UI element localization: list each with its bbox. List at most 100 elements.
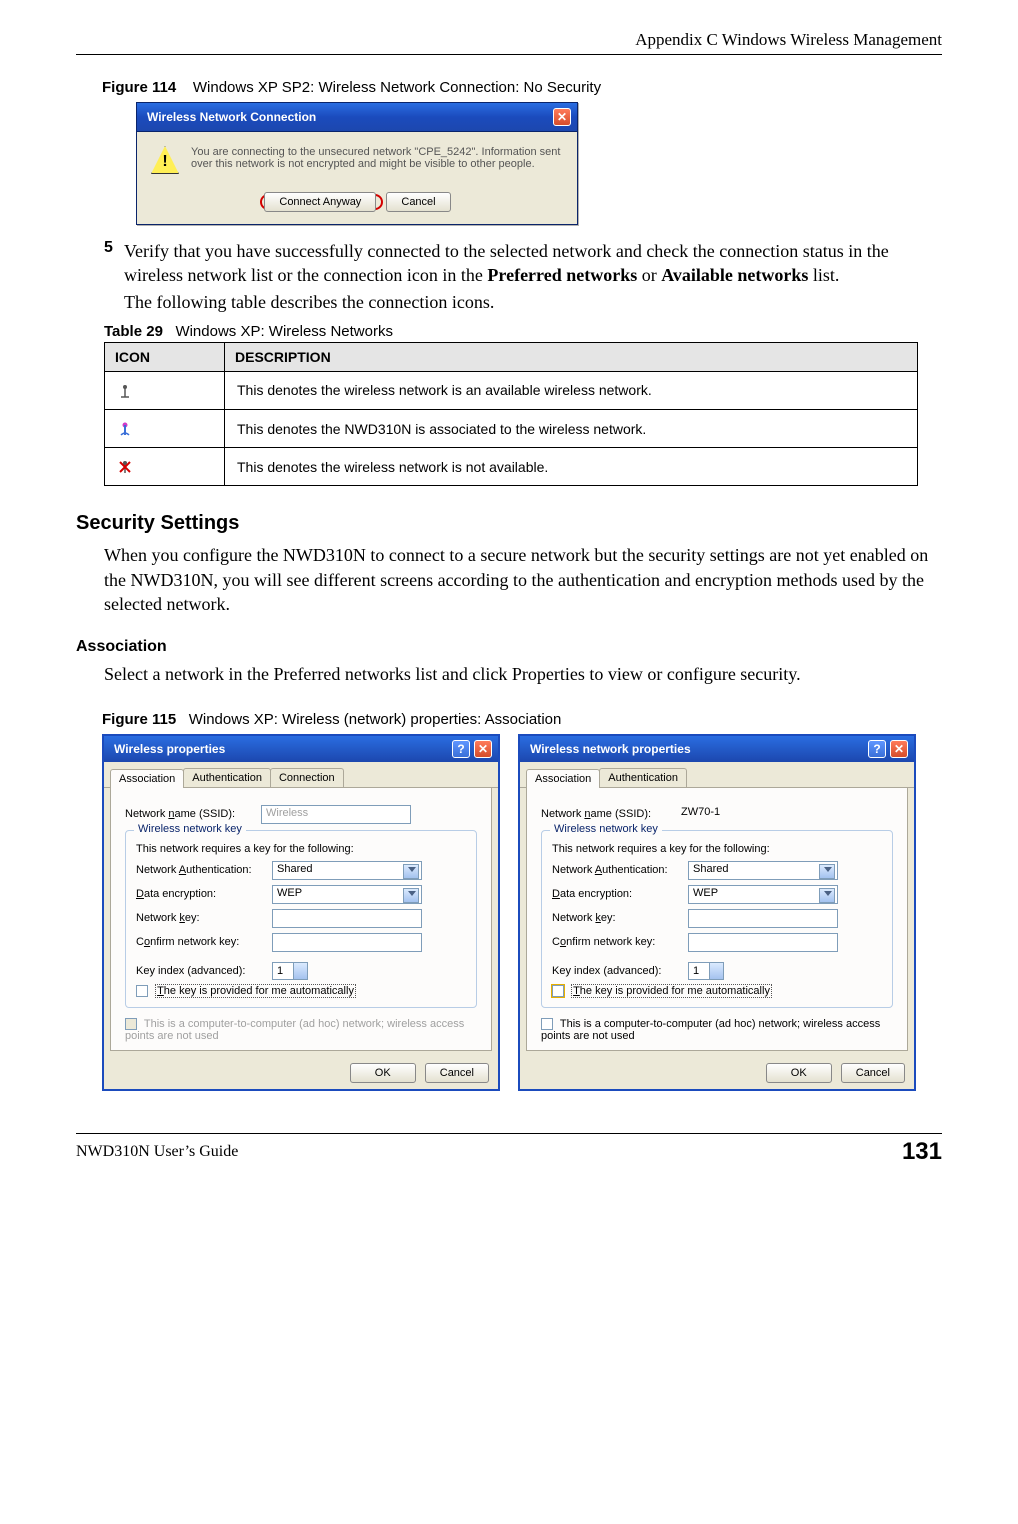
association-heading: Association — [76, 638, 942, 656]
confirm-key-field[interactable] — [272, 933, 422, 952]
tab-association[interactable]: Association — [110, 769, 184, 788]
dialog-titlebar: Wireless Network Connection ✕ — [137, 103, 577, 132]
adhoc-label: This is a computer-to-computer (ad hoc) … — [125, 1018, 464, 1042]
wireless-properties-dialog-a: Wireless properties ? ✕ Association Auth… — [102, 734, 500, 1091]
row-desc: This denotes the wireless network is not… — [225, 448, 918, 486]
key-index-spinner[interactable]: 1 — [272, 962, 308, 980]
dialog-b-tabs: Association Authentication — [520, 762, 914, 788]
table-row: This denotes the wireless network is an … — [105, 371, 918, 409]
dialog-b-title: Wireless network properties — [530, 742, 691, 756]
tab-association[interactable]: Association — [526, 769, 600, 788]
adhoc-label: This is a computer-to-computer (ad hoc) … — [541, 1018, 880, 1042]
tab-connection[interactable]: Connection — [270, 768, 344, 787]
ckey-label: Confirm network key: — [136, 936, 272, 948]
ssid-label: Network name (SSID): — [125, 808, 261, 820]
auth-label: Network Authentication: — [136, 864, 272, 876]
adhoc-checkbox — [125, 1018, 137, 1030]
figure-114-caption: Figure 114 Windows XP SP2: Wireless Netw… — [102, 79, 942, 96]
auto-key-checkbox[interactable] — [136, 985, 148, 997]
network-key-field[interactable] — [688, 909, 838, 928]
table-row: This denotes the wireless network is not… — [105, 448, 918, 486]
fieldset-legend: Wireless network key — [134, 823, 246, 835]
chevron-down-icon — [408, 867, 416, 872]
key-index-spinner[interactable]: 1 — [688, 962, 724, 980]
figure-115-label: Figure 115 — [102, 711, 176, 728]
confirm-key-field[interactable] — [688, 933, 838, 952]
step-number: 5 — [104, 239, 124, 288]
wireless-properties-dialog-b: Wireless network properties ? ✕ Associat… — [518, 734, 916, 1091]
row-desc: This denotes the wireless network is an … — [225, 371, 918, 409]
dialog-message: You are connecting to the unsecured netw… — [191, 146, 563, 174]
wireless-key-fieldset: Wireless network key This network requir… — [125, 830, 477, 1008]
help-icon[interactable]: ? — [452, 740, 470, 758]
dialog-a-tabs: Association Authentication Connection — [104, 762, 498, 788]
footer-guide: NWD310N User’s Guide — [76, 1143, 238, 1161]
table-29-label: Table 29 — [104, 323, 163, 340]
nkey-label: Network key: — [552, 912, 688, 924]
page-footer: NWD310N User’s Guide 131 — [76, 1133, 942, 1166]
security-settings-heading: Security Settings — [76, 512, 942, 535]
cancel-button[interactable]: Cancel — [386, 192, 450, 212]
figure-114-label: Figure 114 — [102, 79, 176, 96]
step-text-b: or — [642, 265, 662, 285]
close-icon[interactable]: ✕ — [553, 108, 571, 126]
adhoc-checkbox[interactable] — [541, 1018, 553, 1030]
associated-icon — [117, 421, 133, 437]
ssid-label: Network name (SSID): — [541, 808, 677, 820]
help-icon[interactable]: ? — [868, 740, 886, 758]
chevron-down-icon — [824, 891, 832, 896]
dialog-title: Wireless Network Connection — [147, 110, 316, 124]
icon-description-table: ICON DESCRIPTION This denotes the wirele… — [104, 342, 918, 487]
dialog-a-title: Wireless properties — [114, 742, 225, 756]
enc-label: Data encryption: — [552, 888, 688, 900]
dialog-b-body: Network name (SSID): ZW70-1 Wireless net… — [526, 788, 908, 1051]
nkey-label: Network key: — [136, 912, 272, 924]
step-bold-b: Available networks — [661, 265, 808, 285]
kidx-label: Key index (advanced): — [136, 965, 272, 977]
connect-anyway-button[interactable]: Connect Anyway — [264, 192, 376, 212]
table-29-caption: Table 29 Windows XP: Wireless Networks — [104, 323, 942, 340]
step-text: Verify that you have successfully connec… — [124, 239, 942, 288]
ckey-label: Confirm network key: — [552, 936, 688, 948]
auth-select[interactable]: Shared — [272, 861, 422, 880]
no-security-dialog: Wireless Network Connection ✕ You are co… — [136, 102, 578, 225]
cancel-button[interactable]: Cancel — [841, 1063, 905, 1083]
warning-icon — [151, 146, 179, 174]
step-bold-a: Preferred networks — [487, 265, 637, 285]
step-text-c: list. — [813, 265, 840, 285]
enc-select[interactable]: WEP — [272, 885, 422, 904]
tab-authentication[interactable]: Authentication — [183, 768, 271, 787]
th-icon: ICON — [105, 342, 225, 371]
kidx-label: Key index (advanced): — [552, 965, 688, 977]
page-number: 131 — [902, 1138, 942, 1166]
auth-select[interactable]: Shared — [688, 861, 838, 880]
ssid-field[interactable]: ZW70-1 — [677, 805, 827, 824]
enc-select[interactable]: WEP — [688, 885, 838, 904]
chevron-down-icon — [408, 891, 416, 896]
wireless-key-fieldset: Wireless network key This network requir… — [541, 830, 893, 1008]
network-key-field[interactable] — [272, 909, 422, 928]
ok-button[interactable]: OK — [350, 1063, 416, 1083]
dialog-b-titlebar: Wireless network properties ? ✕ — [520, 736, 914, 762]
spinner-arrows-icon[interactable] — [293, 963, 307, 979]
auto-key-checkbox[interactable] — [552, 985, 564, 997]
auto-key-label: The key is provided for me automatically — [155, 984, 356, 998]
auth-label: Network Authentication: — [552, 864, 688, 876]
unavailable-icon — [117, 459, 133, 475]
tab-authentication[interactable]: Authentication — [599, 768, 687, 787]
close-icon[interactable]: ✕ — [474, 740, 492, 758]
security-settings-para: When you configure the NWD310N to connec… — [104, 543, 942, 616]
figure-115-title: Windows XP: Wireless (network) propertie… — [189, 711, 562, 728]
ok-button[interactable]: OK — [766, 1063, 832, 1083]
fieldset-legend: Wireless network key — [550, 823, 662, 835]
figure-115-caption: Figure 115 Windows XP: Wireless (network… — [102, 711, 942, 728]
close-icon[interactable]: ✕ — [890, 740, 908, 758]
spinner-arrows-icon[interactable] — [709, 963, 723, 979]
header-rule — [76, 54, 942, 55]
association-para: Select a network in the Preferred networ… — [104, 662, 942, 686]
step-5: 5 Verify that you have successfully conn… — [104, 239, 942, 288]
cancel-button[interactable]: Cancel — [425, 1063, 489, 1083]
dialog-a-titlebar: Wireless properties ? ✕ — [104, 736, 498, 762]
table-29-title: Windows XP: Wireless Networks — [175, 323, 393, 340]
figure-114-title: Windows XP SP2: Wireless Network Connect… — [193, 79, 601, 96]
